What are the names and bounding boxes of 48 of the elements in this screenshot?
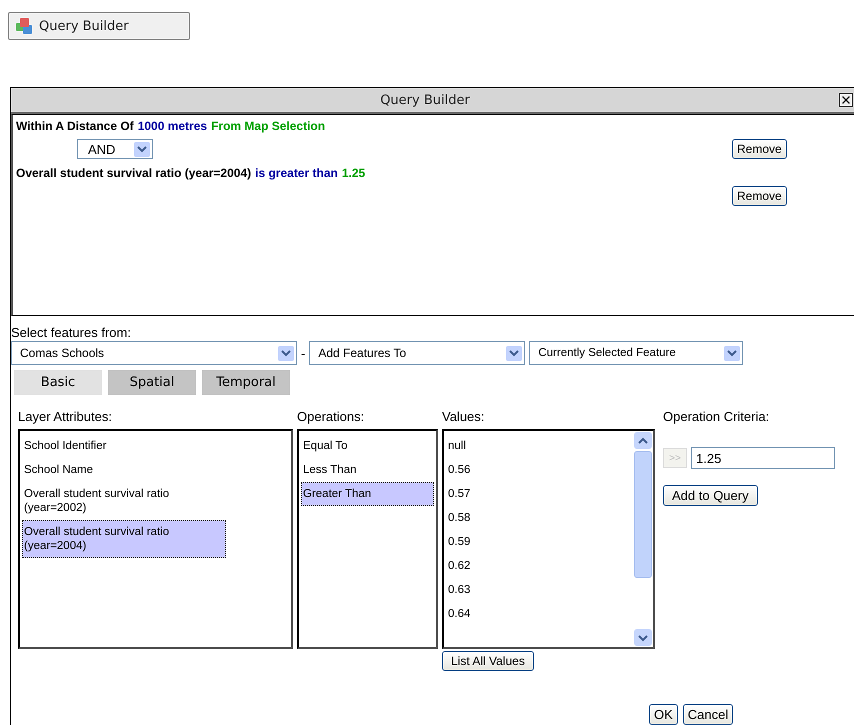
attribute-item[interactable]: School Name	[22, 458, 226, 482]
chevron-down-icon[interactable]	[727, 349, 738, 357]
attribute-item[interactable]: School Identifier	[22, 434, 226, 458]
tab[interactable]: Temporal	[202, 370, 290, 395]
operations-label: Operations:	[297, 409, 366, 426]
separator-text: -	[301, 346, 306, 360]
add-to-query-button[interactable]: Add to Query	[663, 485, 758, 506]
chevron-down-icon[interactable]	[281, 349, 291, 357]
remove-button[interactable]: Remove	[732, 186, 787, 206]
close-icon[interactable]	[839, 93, 853, 107]
joiner-dropdown[interactable]: AND	[77, 139, 153, 159]
operation-item[interactable]: Equal To	[301, 434, 434, 458]
value-item[interactable]: 0.62	[446, 554, 600, 578]
select-features-label: Select features from:	[11, 325, 132, 340]
value-item[interactable]: 0.64	[446, 602, 600, 626]
chevron-down-icon[interactable]	[137, 145, 147, 153]
chevron-up-icon[interactable]	[638, 436, 648, 444]
tab[interactable]: Spatial	[108, 370, 196, 395]
value-item[interactable]: 0.59	[446, 530, 600, 554]
action-dropdown[interactable]: Add Features To	[309, 341, 526, 365]
chevron-down-icon[interactable]	[638, 634, 648, 642]
operation-item[interactable]: Less Than	[301, 458, 434, 482]
scrollbar[interactable]	[634, 432, 652, 646]
layer-attributes-label: Layer Attributes:	[18, 409, 113, 426]
attribute-item[interactable]: Overall student survival ratio (year=2004)	[22, 520, 226, 558]
value-item[interactable]: 0.63	[446, 578, 600, 602]
target-dropdown[interactable]: Currently Selected Feature	[529, 341, 744, 365]
value-item[interactable]: 0.56	[446, 458, 600, 482]
values-label: Values:	[442, 409, 486, 426]
value-item[interactable]: null	[446, 434, 600, 458]
attribute-item[interactable]: Overall student survival ratio (year=2002)	[22, 482, 226, 520]
query-condition: Within A Distance Of 1000 metres From Map Selection	[16, 119, 326, 133]
dialog-button[interactable]: OK	[649, 704, 678, 725]
remove-button[interactable]: Remove	[732, 139, 787, 159]
value-item[interactable]: 0.58	[446, 506, 600, 530]
value-item[interactable]: 0.57	[446, 482, 600, 506]
operation-criteria-label: Operation Criteria:	[663, 409, 770, 426]
criteria-field[interactable]: 1.25	[691, 447, 835, 469]
chevron-down-icon[interactable]	[509, 349, 520, 357]
window-title: Query Builder	[380, 92, 471, 108]
cubes-icon	[15, 17, 35, 35]
tab[interactable]: Basic	[14, 370, 102, 395]
layer-dropdown[interactable]: Comas Schools	[11, 341, 297, 365]
operation-item[interactable]: Greater Than	[301, 482, 434, 506]
query-builder-button[interactable]: Query Builder	[8, 12, 190, 40]
list-all-values-button[interactable]: List All Values	[442, 651, 534, 671]
dialog-button[interactable]: Cancel	[682, 704, 734, 725]
query-condition: Overall student survival ratio (year=2004) is greater than 1.25	[16, 166, 366, 180]
